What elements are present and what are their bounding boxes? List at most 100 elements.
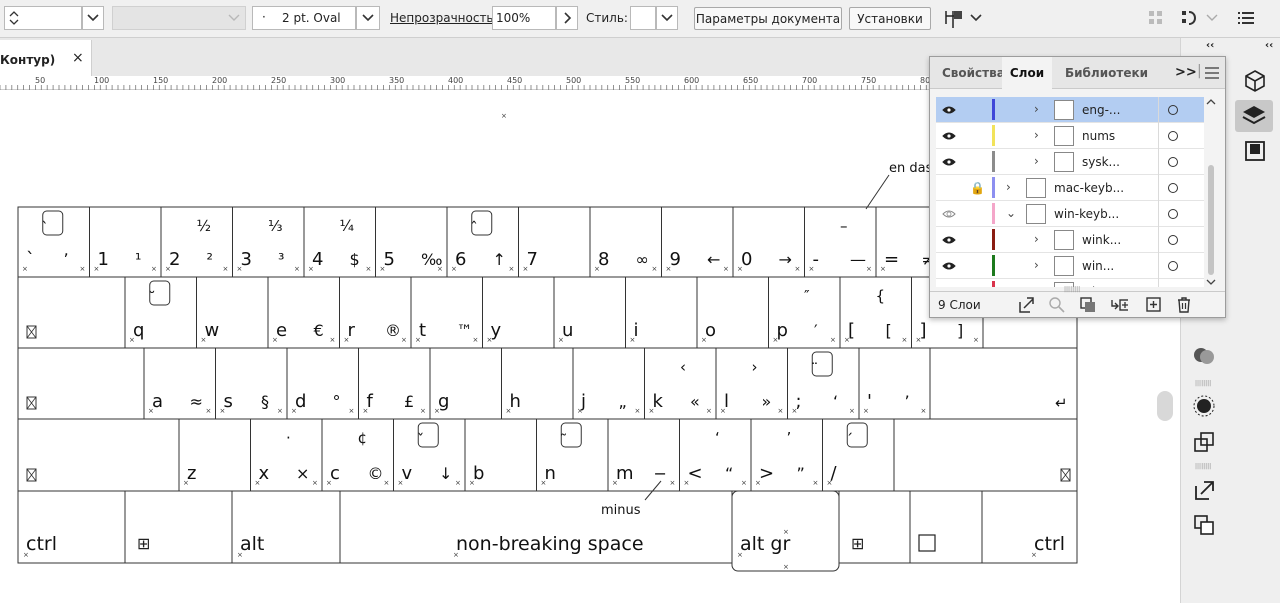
layer-row[interactable]: ⌄ win-keyb... [936, 201, 1204, 227]
align-icon[interactable] [1180, 9, 1202, 27]
chevron-right-icon[interactable]: › [1034, 258, 1039, 272]
key-top-label: › [752, 358, 758, 376]
eye-icon[interactable] [942, 235, 956, 245]
appearance-icon[interactable] [1191, 343, 1217, 367]
layer-name[interactable]: win-keyb... [1054, 207, 1119, 221]
trash-icon[interactable] [1175, 296, 1193, 314]
layer-list-scrollbar[interactable] [1205, 97, 1217, 287]
layer-name[interactable]: wink... [1082, 233, 1121, 247]
close-icon[interactable]: × [72, 50, 84, 66]
pathfinder-icon[interactable] [1192, 513, 1216, 537]
opacity-label[interactable]: Непрозрачность: [390, 11, 498, 25]
chevron-right-icon[interactable]: › [1034, 128, 1039, 142]
transform-icon[interactable] [1192, 430, 1216, 454]
tab-properties[interactable]: Свойства [942, 57, 1005, 89]
collapse-panel-icon[interactable]: ‹‹ [1206, 40, 1214, 51]
layer-name[interactable]: win... [1082, 259, 1114, 273]
panel-grip[interactable]: |||||||| [1195, 463, 1211, 470]
divider: | [1197, 63, 1202, 79]
grid-icon[interactable] [1148, 10, 1164, 26]
artboards-icon[interactable] [1243, 139, 1267, 163]
target-circle-icon[interactable] [1168, 157, 1178, 167]
layer-row[interactable]: › wink... [936, 227, 1204, 253]
symbols-icon[interactable] [1192, 394, 1216, 418]
new-layer-icon[interactable] [1145, 296, 1163, 314]
tab-libraries[interactable]: Библиотеки [1065, 57, 1148, 89]
eye-icon[interactable] [942, 209, 956, 219]
key-cap [909, 490, 983, 564]
key-row5-0: ctrl [17, 490, 126, 564]
layer-row[interactable]: › nums [936, 123, 1204, 149]
chevron-right-icon[interactable]: › [1034, 232, 1039, 246]
mark-x-icon: × [255, 479, 261, 487]
chevron-right-icon[interactable]: › [1006, 180, 1011, 194]
document-tab[interactable]: Контур) × [0, 40, 92, 76]
target-circle-icon[interactable] [1168, 105, 1178, 115]
layer-row[interactable]: 🔒 › mac-keyb... [936, 175, 1204, 201]
layer-name[interactable]: eng-... [1082, 103, 1120, 117]
spinner-arrows-icon[interactable] [9, 9, 19, 27]
export-icon[interactable] [1192, 478, 1216, 502]
key-alt-label: ≈ [190, 392, 203, 411]
search-icon[interactable] [1048, 296, 1066, 314]
eye-icon[interactable] [942, 131, 956, 141]
vertical-scrollbar[interactable] [1157, 391, 1173, 421]
target-circle-icon[interactable] [1168, 183, 1178, 193]
mark-x-icon: × [830, 336, 836, 344]
panel-grip[interactable]: |||||||| [1195, 380, 1211, 387]
style-swatch[interactable] [630, 6, 656, 30]
brush-definition-value: 2 pt. Oval [282, 11, 341, 25]
divider [1158, 253, 1159, 279]
list-menu-icon[interactable] [1238, 11, 1254, 25]
document-setup-button[interactable]: Параметры документа [694, 7, 842, 30]
target-circle-icon[interactable] [1168, 131, 1178, 141]
preferences-button[interactable]: Установки [849, 7, 931, 30]
mark-x-icon: × [880, 265, 886, 273]
mark-x-icon: × [684, 479, 690, 487]
panel-resize-grip[interactable]: |||||||| [1064, 286, 1080, 293]
tab-layers[interactable]: Слои [1002, 57, 1052, 89]
mark-x-icon: × [849, 407, 855, 415]
mark-x-icon: × [902, 336, 908, 344]
mark-x-icon: × [666, 265, 672, 273]
chevron-down-icon[interactable] [1206, 14, 1218, 22]
key-top-label: ¼ [340, 217, 355, 235]
chevron-right-icon[interactable]: › [1034, 284, 1039, 287]
target-circle-icon[interactable] [1168, 235, 1178, 245]
key-row5-2: alt [231, 490, 341, 564]
layer-thumbnail [1026, 204, 1046, 224]
eye-icon[interactable] [942, 105, 956, 115]
lock-icon[interactable]: 🔒 [970, 181, 985, 195]
layer-name[interactable]: nums [1082, 129, 1115, 143]
more-tabs-icon[interactable]: >> [1175, 65, 1197, 80]
new-sublayer-icon[interactable] [1110, 296, 1128, 314]
key-row5-5: ⊞ [838, 490, 911, 564]
layer-name[interactable]: win... [1082, 285, 1114, 287]
arrange-documents-icon[interactable] [942, 8, 966, 30]
variable-width-profile[interactable] [112, 6, 246, 30]
layer-row[interactable]: › eng-... [936, 97, 1204, 123]
chevron-down-icon[interactable] [970, 14, 982, 22]
layer-row[interactable]: › win... [936, 253, 1204, 279]
mark-x-icon: × [720, 407, 726, 415]
make-clipping-mask-icon[interactable] [1079, 296, 1097, 314]
chevron-right-icon[interactable]: › [1034, 102, 1039, 116]
mark-x-icon: × [237, 551, 243, 559]
3d-materials-icon[interactable] [1242, 68, 1268, 94]
collapse-dock-icon[interactable]: ‹‹ [1265, 40, 1273, 51]
chevron-down-icon[interactable]: ⌄ [1006, 206, 1016, 220]
mark-x-icon: × [921, 407, 927, 415]
eye-icon[interactable] [942, 261, 956, 271]
target-circle-icon[interactable] [1168, 261, 1178, 271]
collect-export-icon[interactable] [1017, 296, 1035, 314]
layer-name[interactable]: sysk... [1082, 155, 1120, 169]
key-alt-label: € [314, 321, 324, 340]
eye-icon[interactable] [942, 157, 956, 167]
panel-menu-icon[interactable] [1205, 67, 1219, 79]
target-circle-icon[interactable] [1168, 209, 1178, 219]
key-alt-label: ® [385, 321, 401, 340]
layer-row[interactable]: › sysk... [936, 149, 1204, 175]
layer-name[interactable]: mac-keyb... [1054, 181, 1124, 195]
chevron-right-icon[interactable]: › [1034, 154, 1039, 168]
layer-thumbnail [1054, 230, 1074, 250]
